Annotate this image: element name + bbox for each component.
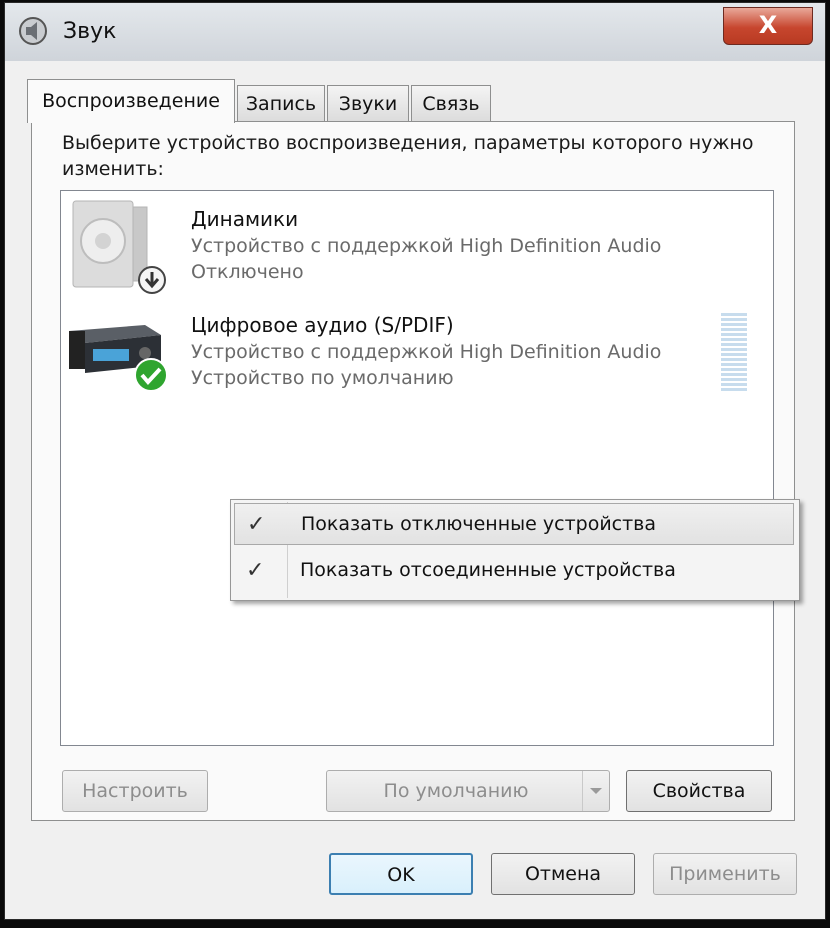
tab-sounds[interactable]: Звуки bbox=[327, 85, 409, 121]
device-name: Динамики bbox=[191, 207, 299, 231]
menu-item-label: Показать отключенные устройства bbox=[301, 513, 657, 535]
cancel-button[interactable]: Отмена bbox=[491, 853, 635, 895]
set-default-button[interactable]: По умолчанию bbox=[326, 770, 610, 812]
configure-button[interactable]: Настроить bbox=[62, 770, 208, 812]
ok-button[interactable]: OK bbox=[329, 853, 473, 895]
apply-button[interactable]: Применить bbox=[653, 853, 797, 895]
tab-label: Запись bbox=[245, 93, 317, 115]
close-button[interactable]: X bbox=[723, 7, 813, 45]
close-icon: X bbox=[758, 11, 778, 39]
menu-item-show-disabled[interactable]: ✓ Показать отключенные устройства bbox=[234, 503, 794, 545]
device-item-speakers[interactable]: Динамики Устройство с поддержкой High De… bbox=[61, 191, 773, 294]
tab-communications[interactable]: Связь bbox=[411, 85, 491, 121]
default-check-icon bbox=[134, 358, 168, 392]
instruction-text: Выберите устройство воспроизведения, пар… bbox=[62, 132, 754, 180]
menu-item-label: Показать отсоединенные устройства bbox=[300, 559, 676, 581]
device-item-spdif[interactable]: Цифровое аудио (S/PDIF) Устройство с под… bbox=[61, 297, 773, 397]
menu-item-show-disconnected[interactable]: ✓ Показать отсоединенные устройства bbox=[234, 550, 794, 592]
device-list[interactable]: Динамики Устройство с поддержкой High De… bbox=[60, 190, 774, 746]
playback-panel: Выберите устройство воспроизведения, пар… bbox=[31, 121, 795, 821]
properties-button[interactable]: Свойства bbox=[626, 770, 772, 812]
sound-dialog: Звук X Воспроизведение Запись Звуки Связ… bbox=[4, 2, 826, 920]
dialog-client: Воспроизведение Запись Звуки Связь Выбер… bbox=[5, 61, 825, 919]
chevron-down-icon bbox=[590, 788, 602, 794]
tab-recording[interactable]: Запись bbox=[237, 85, 325, 121]
tab-label: Звуки bbox=[338, 93, 398, 115]
device-status: Устройство по умолчанию bbox=[191, 367, 454, 389]
context-menu: ✓ Показать отключенные устройства ✓ Пока… bbox=[230, 499, 800, 601]
set-default-dropdown[interactable] bbox=[582, 771, 609, 811]
tab-label: Связь bbox=[422, 93, 480, 115]
device-description: Устройство с поддержкой High Definition … bbox=[191, 341, 662, 363]
tab-playback[interactable]: Воспроизведение bbox=[27, 79, 235, 123]
title-bar[interactable]: Звук X bbox=[5, 3, 825, 61]
set-default-label: По умолчанию bbox=[383, 780, 529, 802]
volume-level-meter bbox=[721, 313, 747, 393]
check-icon: ✓ bbox=[247, 512, 266, 537]
sound-app-icon bbox=[19, 17, 47, 45]
device-name: Цифровое аудио (S/PDIF) bbox=[191, 313, 454, 337]
window-title: Звук bbox=[63, 19, 117, 44]
device-status: Отключено bbox=[191, 261, 304, 283]
disabled-arrow-icon bbox=[138, 266, 166, 294]
check-icon: ✓ bbox=[246, 558, 265, 583]
tab-label: Воспроизведение bbox=[42, 90, 220, 112]
device-description: Устройство с поддержкой High Definition … bbox=[191, 235, 662, 257]
